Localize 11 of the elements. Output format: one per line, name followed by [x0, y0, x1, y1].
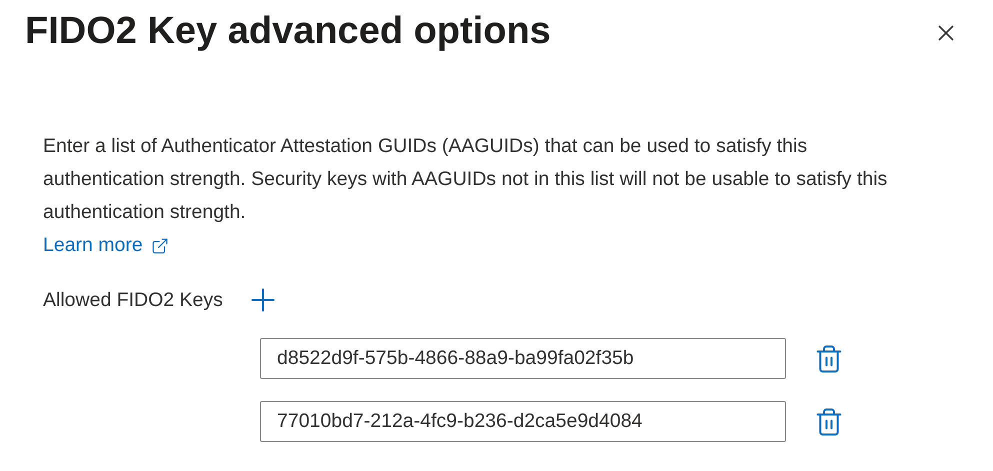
key-input-field[interactable]: d8522d9f-575b-4866-88a9-ba99fa02f35b	[260, 338, 786, 379]
delete-button[interactable]	[814, 344, 844, 374]
learn-more-link[interactable]: Learn more	[43, 229, 169, 262]
trash-icon	[814, 406, 844, 436]
key-input-field[interactable]: 77010bd7-212a-4fc9-b236-d2ca5e9d4084	[260, 401, 786, 442]
allowed-keys-label: Allowed FIDO2 Keys	[43, 288, 223, 313]
description-text: Enter a list of Authenticator Attestation GUIDs (AAGUIDs) that can be used to satisfy this authentication strength. Security keys with AAGUIDs not in this list will not be usable to satisfy this authentication strength.	[43, 134, 888, 225]
external-link-icon	[150, 236, 169, 254]
dialog-title: FIDO2 Key advanced options	[25, 9, 551, 54]
delete-button[interactable]	[814, 406, 844, 436]
trash-icon	[814, 344, 844, 374]
